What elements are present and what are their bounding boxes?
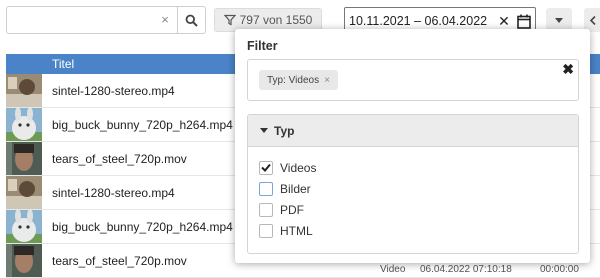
column-title[interactable]: Titel	[6, 57, 74, 71]
option-bilder[interactable]: Bilder	[259, 178, 578, 199]
clear-filters-icon[interactable]: ✖	[562, 61, 574, 78]
file-name: tears_of_steel_720p.mov	[52, 253, 187, 268]
filter-chip-label: Typ: Videos	[267, 74, 320, 86]
option-label: PDF	[280, 202, 304, 217]
date-range-value: 10.11.2021 – 06.04.2022	[349, 14, 488, 28]
search-input[interactable]	[7, 7, 153, 33]
type-cell: Video	[380, 264, 406, 275]
thumbnail-sintel	[6, 74, 42, 107]
popup-title: Filter	[247, 39, 278, 53]
file-name: sintel-1280-stereo.mp4	[52, 185, 175, 200]
file-name: tears_of_steel_720p.mov	[52, 151, 187, 166]
caret-down-icon	[260, 128, 268, 133]
option-label: HTML	[280, 223, 313, 238]
clear-search-icon[interactable]: ×	[153, 7, 177, 33]
filter-group-header[interactable]: Typ	[248, 115, 578, 147]
chevron-down-icon	[555, 17, 563, 23]
result-count: 797 von 1550	[239, 13, 313, 27]
checkbox-bilder[interactable]	[259, 181, 273, 196]
calendar-icon	[517, 14, 531, 29]
duration-cell: 00:00:00	[540, 264, 579, 275]
check-icon	[261, 163, 271, 172]
thumbnail-bunny	[6, 210, 42, 243]
filter-group-title: Typ	[274, 123, 295, 138]
option-label: Videos	[280, 160, 317, 175]
filter-chip[interactable]: Typ: Videos ×	[259, 70, 338, 90]
thumbnail-sintel	[6, 176, 42, 209]
checkbox-html[interactable]	[259, 223, 273, 238]
filter-icon	[223, 14, 236, 26]
file-name: big_buck_bunny_720p_h264.mp4	[52, 117, 233, 132]
thumbnail-bunny	[6, 108, 42, 141]
thumbnail-steel	[6, 142, 42, 175]
active-filters-box: Typ: Videos × ✖	[247, 59, 579, 101]
option-html[interactable]: HTML	[259, 220, 578, 241]
calendar-button[interactable]	[513, 14, 535, 29]
option-videos[interactable]: Videos	[259, 157, 578, 178]
filter-group-type: Typ Videos Bilder PDF HTML	[247, 114, 579, 254]
search-box: ×	[6, 6, 206, 34]
option-label: Bilder	[280, 181, 311, 196]
thumbnail-steel	[6, 244, 42, 277]
clear-date-icon[interactable]: ✕	[495, 13, 513, 30]
media-library: × 797 von 1550 10.11.2021 – 06.04.2022 ✕	[0, 0, 600, 278]
filter-popup: Filter Typ: Videos × ✖ Typ Videos Bilder…	[235, 29, 590, 263]
checkbox-videos[interactable]	[259, 160, 273, 175]
chevron-left-icon	[590, 15, 596, 25]
date-cell: 06.04.2022 07:10:18	[420, 264, 512, 275]
checkbox-pdf[interactable]	[259, 202, 273, 217]
option-pdf[interactable]: PDF	[259, 199, 578, 220]
search-button[interactable]	[177, 7, 205, 33]
remove-chip-icon[interactable]: ×	[324, 75, 330, 86]
file-name: sintel-1280-stereo.mp4	[52, 83, 175, 98]
search-icon	[185, 14, 198, 27]
file-name: big_buck_bunny_720p_h264.mp4	[52, 219, 233, 234]
